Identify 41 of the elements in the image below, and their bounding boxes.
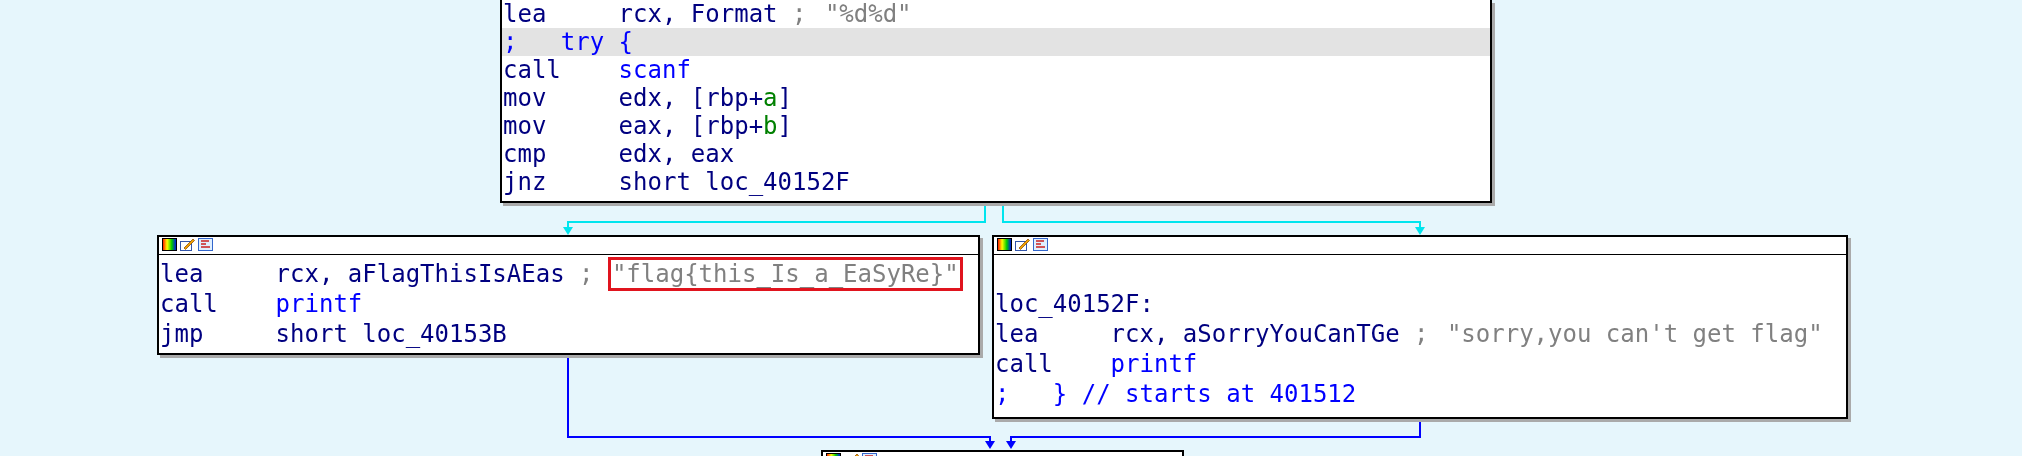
string-literal: "flag{this_Is_a_EaSyRe}" (607, 257, 963, 291)
instruction-operand: rcx, Format (618, 0, 778, 28)
instruction-mnemonic: call (503, 56, 562, 84)
comment-marker: ; (1414, 320, 1429, 348)
instruction-mnemonic: mov (503, 84, 548, 112)
instruction-mnemonic: lea (995, 320, 1040, 348)
instruction-mnemonic: lea (160, 260, 205, 288)
code-comment: ; } // starts at 401512 (995, 380, 1357, 408)
comment-marker: ; (792, 0, 807, 28)
instruction-operand: edx, [rbp+a] (618, 84, 792, 112)
instruction-operand: short loc_40152F (618, 168, 850, 196)
instruction-mnemonic: call (160, 290, 219, 318)
code-block[interactable]: lea rcx, aFlagThisIsAEas ; "flag{this_Is_a_EaSyRe}" call printf jmp short loc_40153B (157, 235, 980, 355)
graph-icon[interactable] (1033, 238, 1048, 251)
instruction-operand: short loc_40153B (275, 320, 507, 348)
pencil-icon[interactable] (1015, 238, 1030, 251)
code-block[interactable]: loc_40152F: lea rcx, aSorryYouCanTGe ; "sorry,you can't get flag" call printf ; } // starts at 401512 (992, 235, 1848, 419)
string-literal: "%d%d" (823, 0, 913, 30)
color-palette-icon[interactable] (997, 238, 1012, 251)
instruction-operand: printf (1110, 350, 1198, 378)
instruction-mnemonic: cmp (503, 140, 548, 168)
instruction-operand: printf (275, 290, 363, 318)
graph-icon[interactable] (198, 238, 213, 251)
code-block[interactable]: lea rcx, Format ; "%d%d" ; try { call scanf mov edx, [rbp+a] mov eax, [rbp+b] cmp edx, eax jnz short loc_40152F (500, 0, 1492, 203)
instruction-operand: scanf (618, 56, 691, 84)
string-literal: "sorry,you can't get flag" (1445, 319, 1824, 350)
instruction-mnemonic: jmp (160, 320, 205, 348)
instruction-operand: rcx, aFlagThisIsAEas (275, 260, 565, 288)
instruction-operand: edx, eax (618, 140, 735, 168)
color-palette-icon[interactable] (162, 238, 177, 251)
instruction-operand: rcx, aSorryYouCanTGe (1110, 320, 1400, 348)
comment-marker: ; (579, 260, 594, 288)
code-comment: ; try { (503, 28, 634, 56)
instruction-mnemonic: jnz (503, 168, 548, 196)
instruction-operand: eax, [rbp+b] (618, 112, 792, 140)
code-label: loc_40152F: (995, 290, 1154, 318)
instruction-mnemonic: call (995, 350, 1054, 378)
instruction-mnemonic: lea (503, 0, 548, 28)
pencil-icon[interactable] (180, 238, 195, 251)
instruction-mnemonic: mov (503, 112, 548, 140)
code-block[interactable] (821, 450, 1184, 456)
